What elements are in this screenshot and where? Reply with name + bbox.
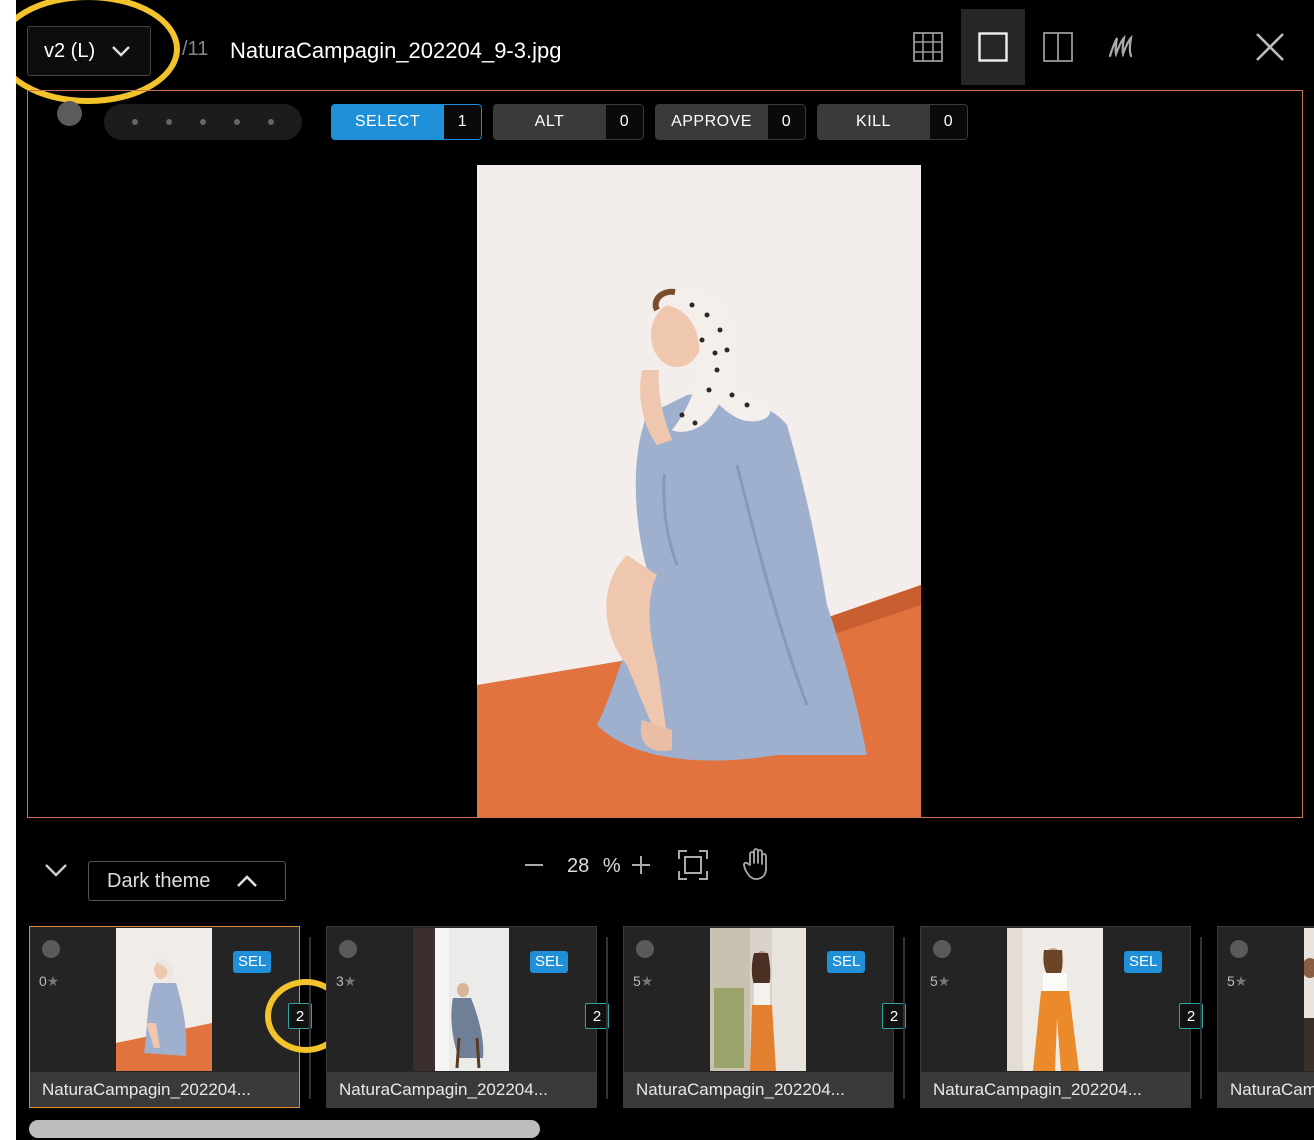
image-viewer: SELECT 1 ALT 0 APPROVE 0 KILL 0 [27,90,1303,818]
alt-label-button[interactable]: ALT 0 [493,104,644,140]
label-count: 0 [606,104,644,140]
collapse-filmstrip-button[interactable] [42,856,70,884]
card-filename: NaturaCampagin_202204... [921,1072,1190,1107]
thumbnail [1304,928,1314,1071]
version-select[interactable]: v2 (L) [27,26,151,76]
single-view-button[interactable] [961,9,1025,85]
card-filename: NaturaCampagin_202204... [624,1072,893,1107]
image-counter: /11 [182,38,209,60]
rating-dot[interactable] [132,119,138,125]
color-label-dot[interactable] [1230,940,1248,958]
main-photo [477,165,921,817]
viewer-app: v2 (L) /11 NaturaCampagin_202204_9-3.jpg… [16,0,1314,1140]
select-badge: SEL [233,951,272,973]
version-label: v2 (L) [44,39,96,62]
compare-view-button[interactable] [1026,9,1090,85]
fit-to-screen-button[interactable] [677,849,709,881]
select-label-button[interactable]: SELECT 1 [331,104,482,140]
markup-icon [1108,34,1133,58]
card-filename: NaturaCampagin_202204... [30,1072,299,1107]
hand-icon [743,848,767,880]
filmstrip-card[interactable]: 5★ SEL 2 NaturaCampagin_202204... [623,926,906,1108]
card-filename: NaturaCampagin_202204... [327,1072,596,1107]
filmstrip-scrollbar[interactable] [29,1120,540,1138]
select-badge: SEL [827,951,866,973]
rating-dot[interactable] [268,119,274,125]
color-label-dot[interactable] [933,940,951,958]
approve-label-button[interactable]: APPROVE 0 [655,104,806,140]
single-view-icon [978,32,1008,62]
kill-label-button[interactable]: KILL 0 [817,104,968,140]
compare-view-icon [1043,32,1073,62]
label-name: APPROVE [655,104,768,140]
thumbnail-image [1304,928,1314,1071]
zoom-unit: % [602,855,621,877]
select-badge: SEL [530,951,569,973]
thumbnail-image [116,928,212,1071]
thumbnail [413,928,509,1071]
thumbnail [1007,928,1103,1071]
color-label-dot[interactable] [57,101,82,126]
minus-icon [525,864,543,866]
close-button[interactable] [1250,27,1290,67]
filmstrip-card[interactable]: 5★ SEL 2 NaturaCampagin_202204... [920,926,1203,1108]
close-icon [1256,33,1284,61]
chevron-down-icon [45,864,67,877]
pan-tool-button[interactable] [742,847,772,881]
thumbnail [710,928,806,1071]
chevron-down-icon [112,46,130,57]
stack-edge [903,937,905,1099]
card-rating: 5★ [633,973,654,989]
star-rating[interactable] [104,104,302,140]
label-name: ALT [493,104,606,140]
card-filename: NaturaCampagin_202204... [1218,1072,1314,1107]
select-badge: SEL [1124,951,1163,973]
grid-view-button[interactable] [896,9,960,85]
label-name: SELECT [331,104,444,140]
fit-screen-icon [678,850,708,880]
zoom-level: 28 % [567,855,621,878]
filmstrip-card[interactable]: 5★ NaturaCampagin_202204... [1217,926,1314,1108]
rating-dot[interactable] [234,119,240,125]
label-name: KILL [817,104,930,140]
stack-edge [606,937,608,1099]
label-count: 0 [768,104,806,140]
filmstrip-card[interactable]: 3★ SEL 2 NaturaCampagin_202204... [326,926,609,1108]
stack-edge [309,937,311,1099]
stack-edge [1200,937,1202,1099]
chevron-up-icon [237,875,258,887]
filmstrip-card[interactable]: 0★ SEL 2 NaturaCampagin_202204... [29,926,312,1108]
thumbnail-image [413,928,509,1071]
thumbnail-image [1007,928,1103,1071]
plus-icon [632,856,650,874]
thumbnail [116,928,212,1071]
image-filename: NaturaCampagin_202204_9-3.jpg [230,38,562,63]
color-label-dot[interactable] [636,940,654,958]
theme-select[interactable]: Dark theme [88,861,286,901]
rating-dot[interactable] [200,119,206,125]
label-count: 0 [930,104,968,140]
card-rating: 5★ [1227,973,1248,989]
color-label-dot[interactable] [42,940,60,958]
theme-label: Dark theme [107,869,211,892]
zoom-value: 28 [567,855,590,877]
card-rating: 0★ [39,973,60,989]
rating-dot[interactable] [166,119,172,125]
card-rating: 3★ [336,973,357,989]
zoom-in-button[interactable] [629,853,653,877]
zoom-out-button[interactable] [522,853,546,877]
label-count: 1 [444,104,482,140]
grid-view-icon [913,32,943,62]
color-label-dot[interactable] [339,940,357,958]
markup-button[interactable] [1091,9,1155,85]
thumbnail-image [710,928,806,1071]
photo-illustration [477,165,921,817]
card-rating: 5★ [930,973,951,989]
